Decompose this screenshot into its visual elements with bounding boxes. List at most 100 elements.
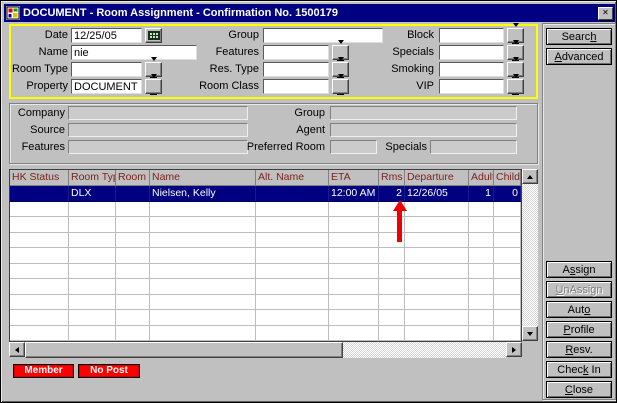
room-type-input[interactable]: [71, 62, 142, 77]
empty-cell: [150, 295, 256, 310]
res-type-input[interactable]: [263, 62, 329, 77]
empty-cell: [150, 279, 256, 294]
scroll-left-button[interactable]: [9, 342, 25, 357]
property-label: Property: [11, 79, 68, 94]
smoking-input[interactable]: [439, 62, 504, 77]
check-in-button[interactable]: Check In: [546, 361, 612, 378]
empty-cell: [329, 264, 379, 279]
table-row-empty[interactable]: [10, 264, 521, 280]
table-row-empty[interactable]: [10, 217, 521, 233]
empty-cell: [116, 295, 150, 310]
col-header-name: Name: [150, 170, 256, 185]
title-bar[interactable]: DOCUMENT - Room Assignment - Confirmatio…: [4, 4, 615, 22]
empty-cell: [150, 233, 256, 248]
empty-cell: [405, 202, 469, 217]
empty-cell: [10, 233, 69, 248]
group-label: Group: [151, 28, 259, 43]
empty-cell: [405, 295, 469, 310]
empty-cell: [69, 202, 116, 217]
scroll-up-button[interactable]: [522, 169, 538, 184]
close-icon: ✕: [602, 9, 609, 17]
source-field: [68, 123, 248, 137]
source-label: Source: [10, 123, 65, 138]
reservations-table: HK Status Room Type Room Name Alt. Name …: [9, 169, 522, 342]
name-label: Name: [11, 45, 68, 60]
property-input[interactable]: [71, 79, 142, 94]
empty-cell: [256, 248, 329, 263]
empty-cell: [494, 326, 521, 341]
search-button[interactable]: Search: [546, 28, 612, 45]
room-class-label: Room Class: [151, 79, 259, 94]
room-type-label: Room Type: [11, 62, 68, 77]
empty-cell: [469, 217, 494, 232]
preferred-room-label: Preferred Room: [238, 140, 325, 155]
col-header-adult: Adult: [469, 170, 494, 185]
empty-cell: [469, 233, 494, 248]
vip-label: VIP: [349, 79, 434, 94]
date-input[interactable]: [71, 28, 142, 43]
cell-name: Nielsen, Kelly: [150, 186, 256, 201]
advanced-button[interactable]: Advanced: [546, 48, 612, 65]
empty-cell: [494, 295, 521, 310]
table-row-empty[interactable]: [10, 326, 521, 342]
res-type-label: Res. Type: [151, 62, 259, 77]
profile-button[interactable]: Profile: [546, 321, 612, 338]
table-row-selected[interactable]: DLX Nielsen, Kelly 12:00 AM 2 12/26/05 1…: [10, 186, 521, 202]
cell-child: 0: [494, 186, 521, 201]
specials-input[interactable]: [439, 45, 504, 60]
table-row-empty[interactable]: [10, 279, 521, 295]
assign-button[interactable]: Assign: [546, 261, 612, 278]
date-label: Date: [11, 28, 68, 43]
empty-cell: [69, 217, 116, 232]
vertical-scrollbar[interactable]: [522, 169, 538, 341]
empty-cell: [405, 326, 469, 341]
empty-cell: [116, 264, 150, 279]
unassign-button[interactable]: UnAssign: [546, 281, 612, 298]
right-arrow-icon: [512, 347, 516, 353]
cell-room: [116, 186, 150, 201]
col-header-eta: ETA: [329, 170, 379, 185]
features-label: Features: [151, 45, 259, 60]
vertical-scroll-track[interactable]: [522, 184, 538, 326]
search-criteria-panel: Date Name Room Type Property Group Featu…: [9, 24, 538, 99]
scroll-down-button[interactable]: [522, 326, 538, 341]
group-info-label: Group: [238, 106, 325, 121]
agent-field: [330, 123, 517, 137]
horizontal-scroll-track[interactable]: [343, 342, 506, 358]
vip-input[interactable]: [439, 79, 504, 94]
cell-departure: 12/26/05: [405, 186, 469, 201]
table-row-empty[interactable]: [10, 295, 521, 311]
room-class-input[interactable]: [263, 79, 329, 94]
empty-cell: [150, 217, 256, 232]
auto-button[interactable]: Auto: [546, 301, 612, 318]
empty-cell: [379, 264, 405, 279]
close-action-button[interactable]: Close: [546, 381, 612, 398]
vip-lov-button[interactable]: [507, 79, 524, 94]
empty-cell: [405, 279, 469, 294]
empty-cell: [116, 248, 150, 263]
empty-cell: [329, 310, 379, 325]
block-input[interactable]: [439, 28, 504, 43]
scroll-right-button[interactable]: [506, 342, 522, 357]
horizontal-scroll-thumb[interactable]: [25, 342, 343, 358]
empty-cell: [116, 233, 150, 248]
table-row-empty[interactable]: [10, 248, 521, 264]
empty-cell: [10, 326, 69, 341]
table-row-empty[interactable]: [10, 310, 521, 326]
arrow-head: [393, 200, 407, 211]
down-arrow-icon: [527, 332, 533, 336]
features-input[interactable]: [263, 45, 329, 60]
close-button[interactable]: ✕: [598, 7, 613, 20]
room-class-lov-button[interactable]: [332, 79, 349, 94]
empty-cell: [10, 279, 69, 294]
empty-cell: [329, 295, 379, 310]
horizontal-scrollbar[interactable]: [9, 342, 522, 358]
empty-cell: [69, 279, 116, 294]
table-row-empty[interactable]: [10, 202, 521, 218]
table-row-empty[interactable]: [10, 233, 521, 249]
resv-button[interactable]: Resv.: [546, 341, 612, 358]
action-button-panel: Search Advanced Assign UnAssign Auto Pro…: [542, 23, 616, 400]
empty-cell: [69, 326, 116, 341]
empty-cell: [379, 295, 405, 310]
block-label: Block: [349, 28, 434, 43]
